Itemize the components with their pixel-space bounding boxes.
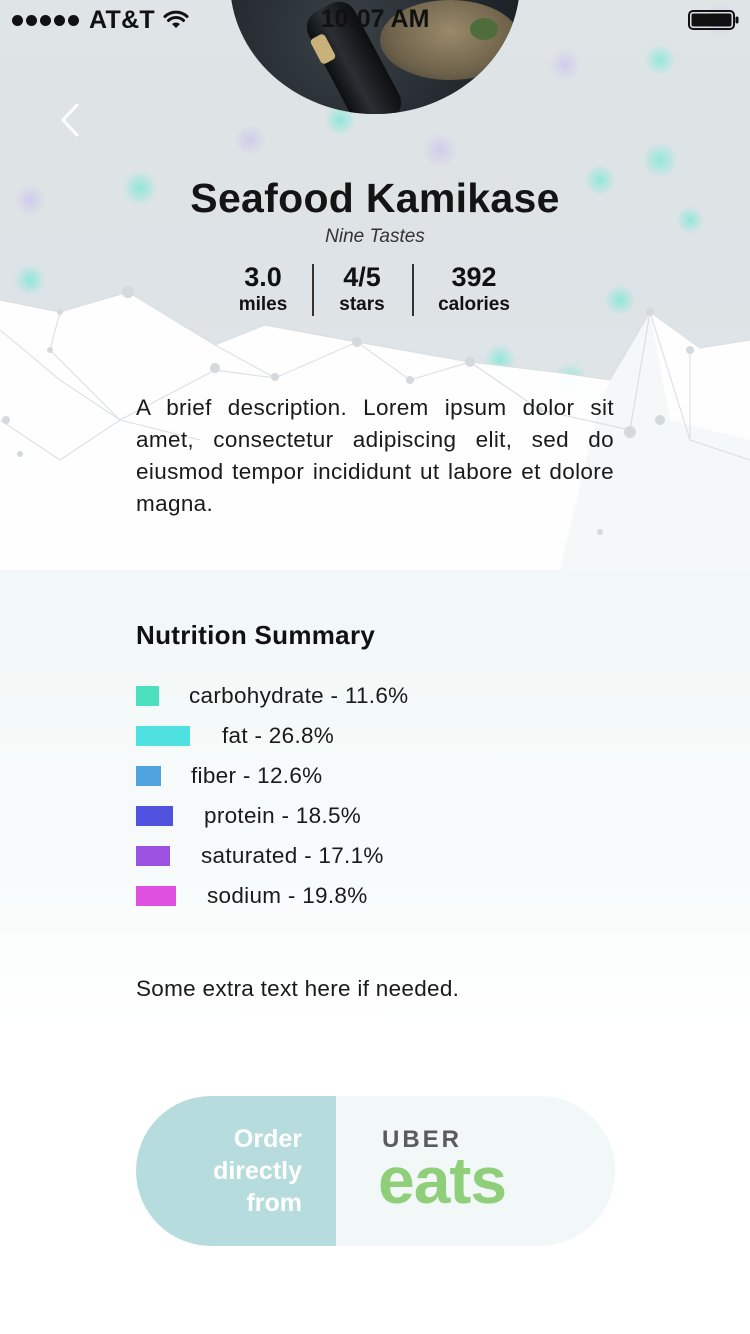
- legend-swatch: [136, 806, 173, 826]
- status-bar: AT&T 10:07 AM: [0, 0, 750, 40]
- legend-item-fat: fat - 26.8%: [136, 716, 636, 756]
- battery-icon: [688, 10, 739, 30]
- legend-label: fat - 26.8%: [222, 723, 335, 748]
- legend-swatch: [136, 766, 161, 786]
- legend-swatch: [136, 846, 170, 866]
- stat-calories-label: calories: [438, 294, 510, 315]
- order-label-line1: Order: [233, 1125, 302, 1153]
- legend-swatch: [136, 726, 190, 746]
- order-label-panel: Order directly from: [136, 1096, 336, 1246]
- legend-label: sodium - 19.8%: [207, 883, 368, 908]
- legend-item-fiber: fiber - 12.6%: [136, 756, 636, 796]
- uber-eats-logo: UBER eats: [336, 1096, 615, 1246]
- order-label-line2: directly: [213, 1157, 302, 1185]
- stat-distance-value: 3.0: [244, 262, 282, 292]
- title-block: Seafood Kamikase Nine Tastes: [0, 172, 750, 249]
- legend-item-sodium: sodium - 19.8%: [136, 876, 636, 916]
- chevron-left-icon: [61, 103, 79, 137]
- nutrition-legend: carbohydrate - 11.6% fat - 26.8% fiber -…: [136, 676, 636, 916]
- stat-calories: 392 calories: [412, 260, 536, 316]
- extra-text: Some extra text here if needed.: [136, 976, 460, 1001]
- legend-label: fiber - 12.6%: [191, 763, 323, 788]
- status-time: 10:07 AM: [320, 5, 430, 33]
- stats-row: 3.0 miles 4/5 stars 392 calories: [0, 260, 750, 316]
- legend-label: carbohydrate - 11.6%: [189, 683, 409, 708]
- stat-distance-label: miles: [238, 294, 288, 315]
- uber-eats-logo-bottom: eats: [378, 1143, 507, 1217]
- legend-item-protein: protein - 18.5%: [136, 796, 636, 836]
- restaurant-name: Nine Tastes: [325, 226, 425, 247]
- legend-swatch: [136, 686, 159, 706]
- order-label: Order directly from: [213, 1123, 302, 1219]
- legend-label: protein - 18.5%: [204, 803, 362, 828]
- stat-distance: 3.0 miles: [214, 260, 312, 316]
- back-button[interactable]: [50, 98, 90, 142]
- legend-item-carbohydrate: carbohydrate - 11.6%: [136, 676, 636, 716]
- page-title: Seafood Kamikase: [190, 175, 560, 221]
- order-label-line3: from: [246, 1189, 302, 1217]
- hero-header: AT&T 10:07 AM Seafood Kamikase Nine Tast…: [0, 0, 750, 570]
- dish-description: A brief description. Lorem ipsum dolor s…: [136, 395, 614, 516]
- stat-rating: 4/5 stars: [312, 260, 412, 316]
- nutrition-title: Nutrition Summary: [136, 620, 376, 650]
- stat-rating-label: stars: [339, 294, 385, 315]
- stat-rating-value: 4/5: [343, 262, 381, 292]
- order-uber-eats-button[interactable]: Order directly from UBER eats: [136, 1096, 615, 1246]
- legend-item-saturated: saturated - 17.1%: [136, 836, 636, 876]
- legend-label: saturated - 17.1%: [201, 843, 384, 868]
- stat-calories-value: 392: [451, 262, 497, 292]
- legend-swatch: [136, 886, 176, 906]
